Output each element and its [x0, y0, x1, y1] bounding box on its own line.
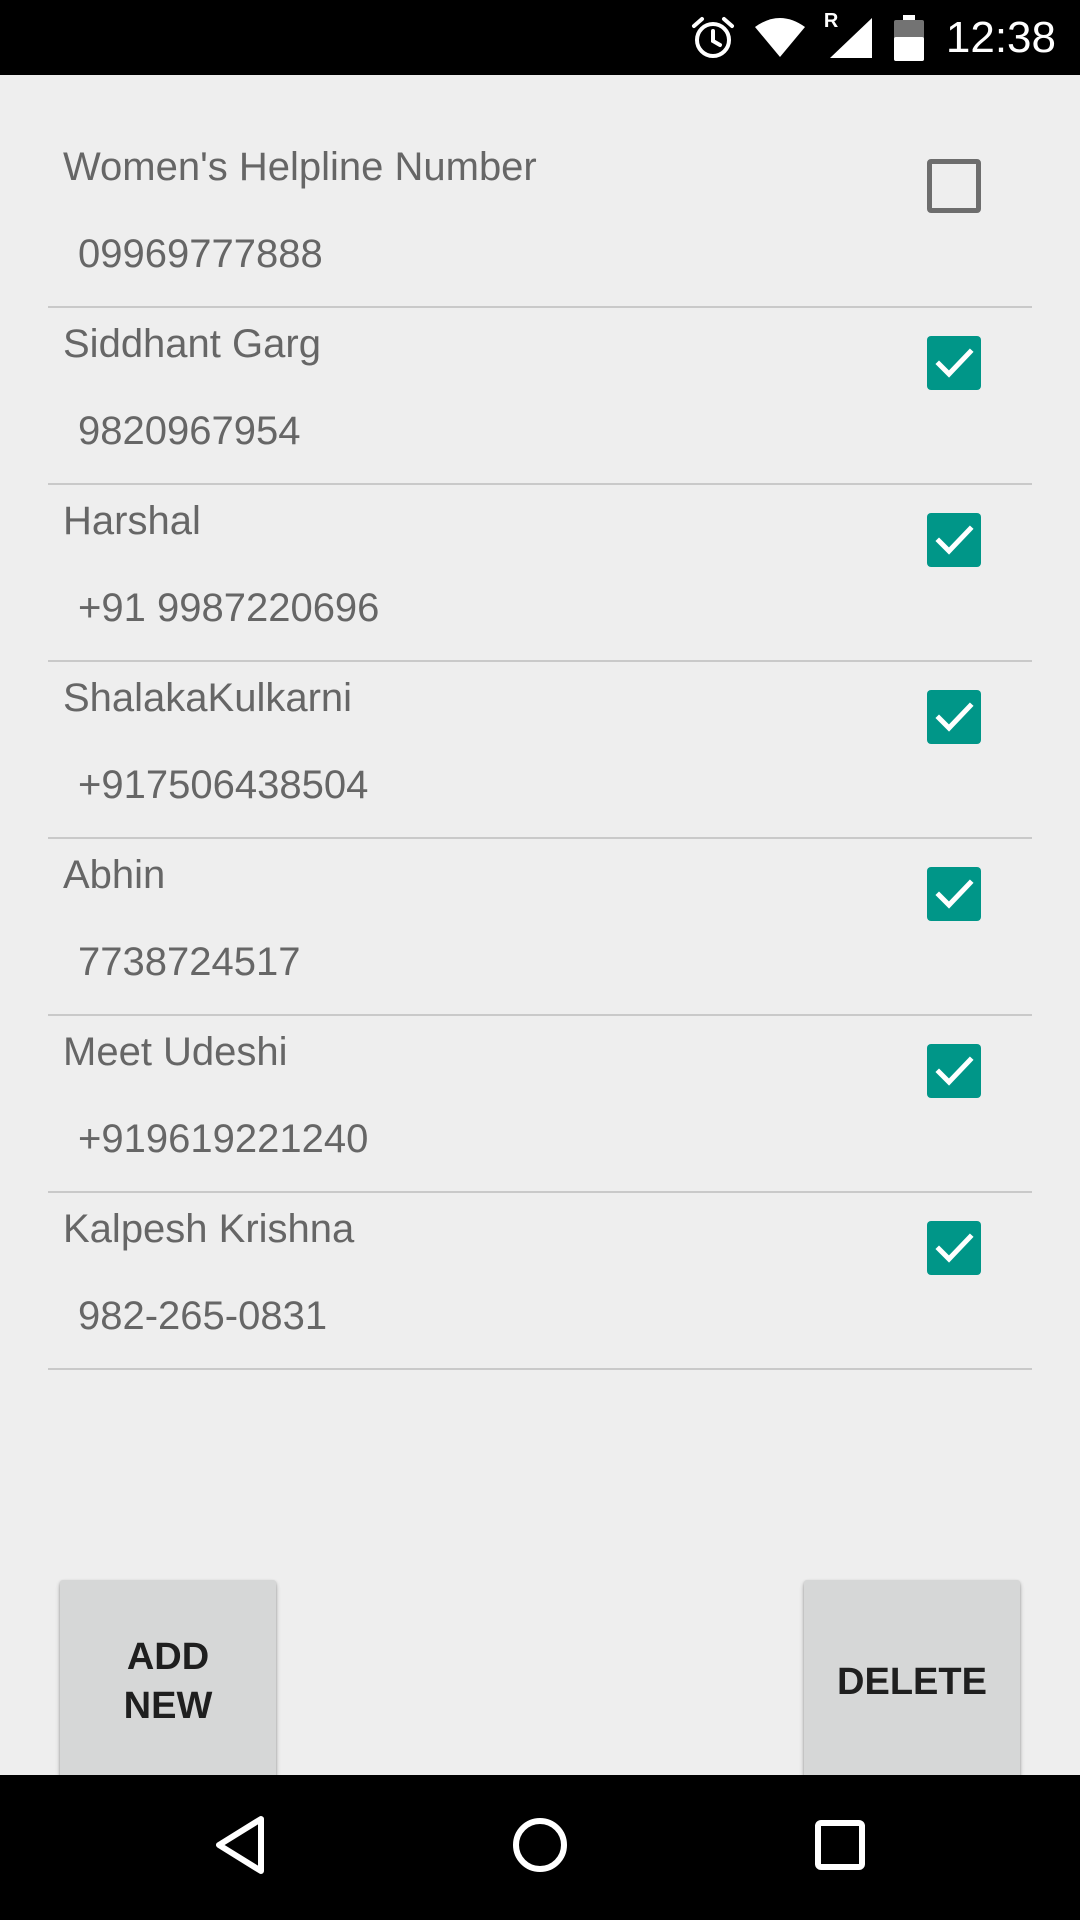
- list-item: Meet Udeshi +919619221240: [48, 1016, 1032, 1193]
- list-item: ShalakaKulkarni +917506438504: [48, 662, 1032, 839]
- contact-phone: 7738724517: [78, 940, 301, 984]
- home-icon: [510, 1815, 570, 1880]
- list-item: Abhin 7738724517: [48, 839, 1032, 1016]
- status-bar: R 12:38: [0, 0, 1080, 75]
- contact-phone: +917506438504: [78, 763, 369, 807]
- contact-name: Kalpesh Krishna: [63, 1207, 355, 1251]
- recents-icon: [812, 1817, 868, 1878]
- contact-phone: 9820967954: [78, 409, 301, 453]
- list-item: Kalpesh Krishna 982-265-0831: [48, 1193, 1032, 1370]
- main-content: Women's Helpline Number 09969777888 Sidd…: [0, 75, 1080, 1784]
- status-icons: R 12:38: [690, 0, 1056, 75]
- contact-phone: 09969777888: [78, 232, 323, 276]
- delete-button[interactable]: DELETE: [804, 1580, 1020, 1784]
- contact-phone: 982-265-0831: [78, 1294, 328, 1338]
- list-item: Women's Helpline Number 09969777888: [48, 131, 1032, 308]
- contact-checkbox[interactable]: [927, 690, 981, 744]
- roaming-r-icon: R: [823, 9, 839, 32]
- contact-name: Meet Udeshi: [63, 1030, 288, 1074]
- contact-list: Women's Helpline Number 09969777888 Sidd…: [48, 131, 1032, 1370]
- contact-checkbox[interactable]: [927, 336, 981, 390]
- alarm-icon: [690, 15, 736, 61]
- add-new-button[interactable]: ADD NEW: [60, 1580, 276, 1784]
- wifi-icon: [754, 17, 806, 59]
- list-item: Harshal +91 9987220696: [48, 485, 1032, 662]
- checkmark-icon: [935, 879, 974, 909]
- contact-checkbox[interactable]: [927, 513, 981, 567]
- checkmark-icon: [935, 702, 974, 732]
- contact-name: Abhin: [63, 853, 166, 897]
- back-icon: [212, 1814, 268, 1881]
- battery-icon: [893, 14, 924, 61]
- navigation-bar: [0, 1775, 1080, 1920]
- checkmark-icon: [935, 1056, 974, 1086]
- signal-icon: R: [824, 10, 876, 60]
- checkmark-icon: [935, 525, 974, 555]
- contact-name: Women's Helpline Number: [63, 145, 537, 189]
- contact-checkbox[interactable]: [927, 1044, 981, 1098]
- recents-button[interactable]: [760, 1775, 920, 1920]
- contact-name: Harshal: [63, 499, 201, 543]
- home-button[interactable]: [460, 1775, 620, 1920]
- checkmark-icon: [935, 348, 974, 378]
- contact-checkbox[interactable]: [927, 159, 981, 213]
- status-clock: 12:38: [945, 12, 1056, 62]
- list-item: Siddhant Garg 9820967954: [48, 308, 1032, 485]
- back-button[interactable]: [160, 1775, 320, 1920]
- contact-checkbox[interactable]: [927, 1221, 981, 1275]
- contact-name: Siddhant Garg: [63, 322, 321, 366]
- checkmark-icon: [935, 1233, 974, 1263]
- contact-phone: +91 9987220696: [78, 586, 380, 630]
- contact-checkbox[interactable]: [927, 867, 981, 921]
- contact-phone: +919619221240: [78, 1117, 369, 1161]
- contact-name: ShalakaKulkarni: [63, 676, 353, 720]
